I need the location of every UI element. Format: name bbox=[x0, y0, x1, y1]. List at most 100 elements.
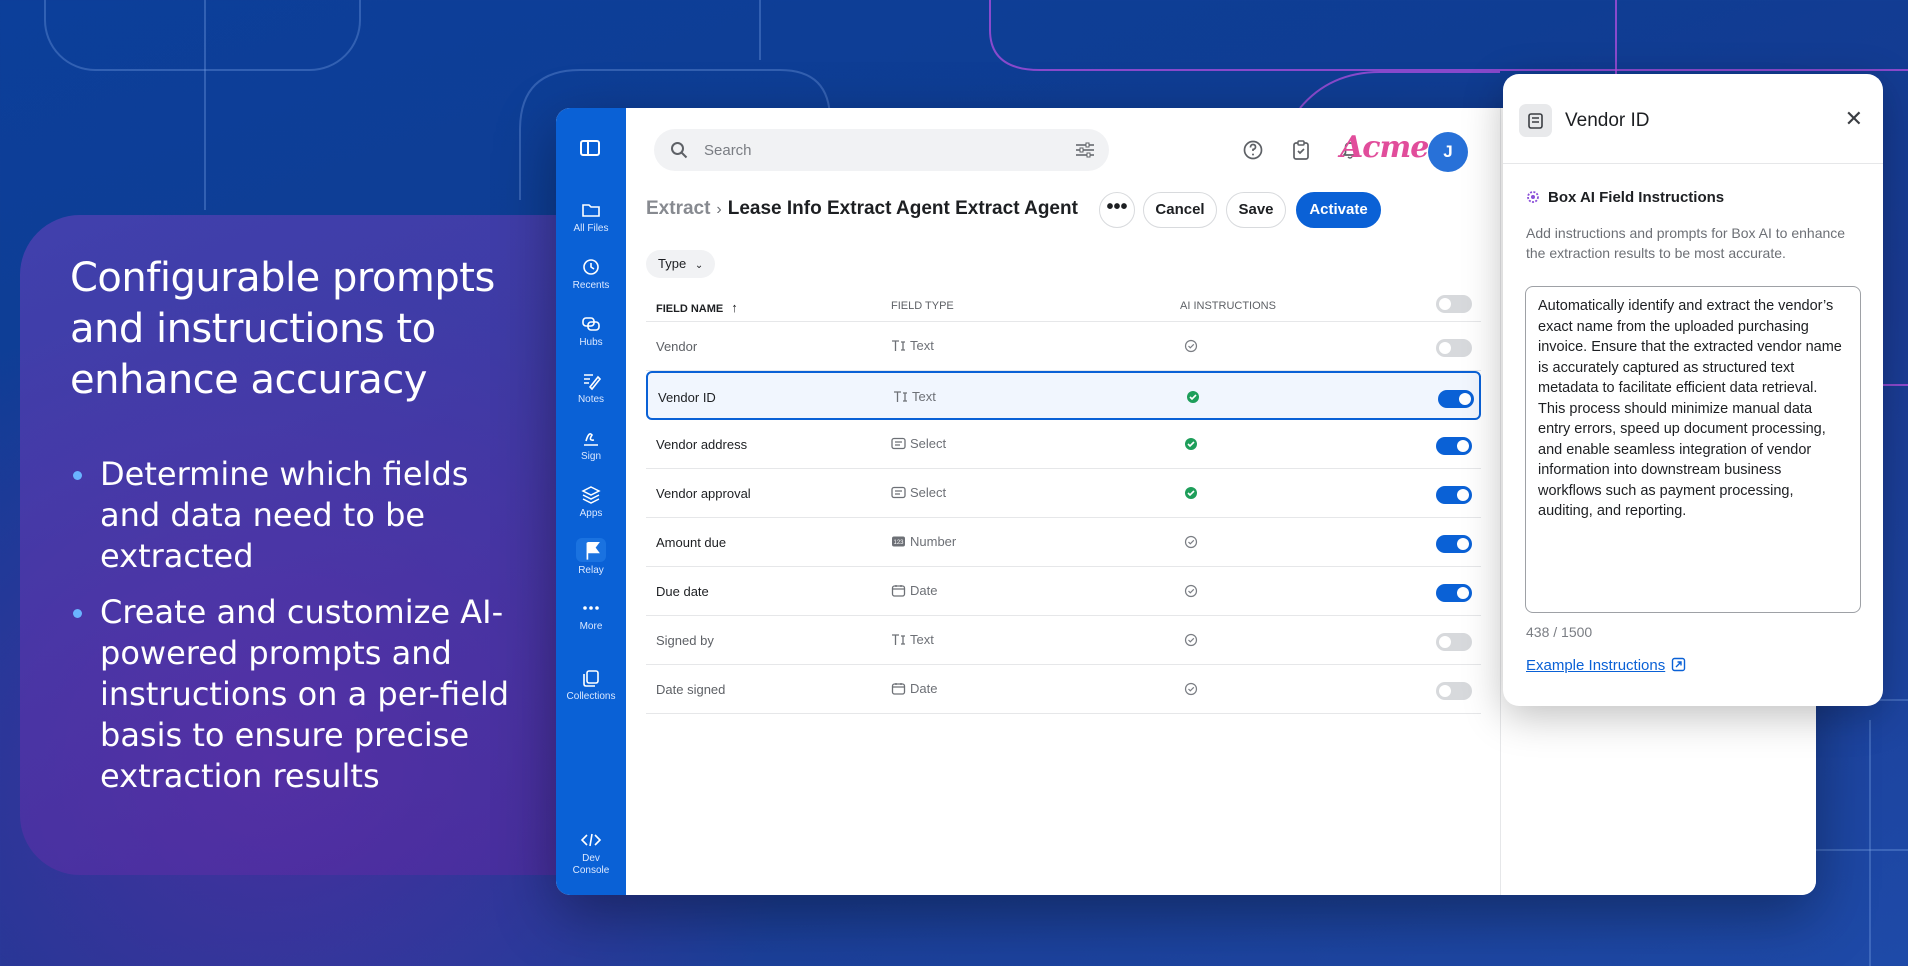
table-row[interactable]: Vendor address Select bbox=[646, 420, 1481, 469]
search-icon bbox=[671, 142, 688, 159]
field-name: Amount due bbox=[656, 535, 727, 550]
check-outline-icon bbox=[1184, 633, 1198, 647]
nav-item-hubs[interactable]: Hubs bbox=[556, 314, 626, 349]
nav-item-recents[interactable]: Recents bbox=[556, 257, 626, 292]
panel-title: Vendor ID bbox=[1565, 110, 1650, 131]
ai-instructions-status[interactable] bbox=[1184, 535, 1198, 552]
help-icon[interactable] bbox=[1242, 139, 1264, 166]
clock-icon bbox=[583, 259, 599, 275]
sign-icon bbox=[584, 433, 598, 446]
sidebar-toggle-icon[interactable] bbox=[580, 140, 600, 156]
cancel-button[interactable]: Cancel bbox=[1143, 192, 1217, 228]
example-instructions-label: Example Instructions bbox=[1526, 657, 1666, 674]
field-enable-toggle[interactable] bbox=[1436, 682, 1472, 700]
nav-label: Hubs bbox=[579, 337, 603, 348]
field-type-label: Date bbox=[910, 583, 938, 598]
avatar[interactable]: J bbox=[1428, 132, 1468, 172]
field-type: Text bbox=[891, 632, 934, 647]
field-enable-toggle[interactable] bbox=[1436, 437, 1472, 455]
promo-card: Configurable prompts and instructions to… bbox=[20, 215, 640, 875]
check-outline-icon bbox=[1184, 584, 1198, 598]
table-row[interactable]: Vendor approval Select bbox=[646, 469, 1481, 518]
more-options-button[interactable]: ••• bbox=[1099, 192, 1135, 228]
folder-icon bbox=[582, 204, 600, 217]
field-enable-toggle[interactable] bbox=[1436, 486, 1472, 504]
activate-button[interactable]: Activate bbox=[1296, 192, 1381, 228]
nav-item-relay[interactable]: Relay bbox=[556, 538, 626, 577]
table-row[interactable]: Signed by Text bbox=[646, 616, 1481, 665]
field-type-label: Number bbox=[910, 534, 957, 549]
ai-instructions-status[interactable] bbox=[1184, 486, 1198, 503]
table-row[interactable]: Vendor ID Text bbox=[646, 371, 1481, 420]
ai-instructions-status[interactable] bbox=[1184, 437, 1198, 454]
ai-instructions-status[interactable] bbox=[1184, 633, 1198, 650]
hubs-icon bbox=[582, 317, 600, 331]
nav-item-more[interactable]: More bbox=[556, 598, 626, 633]
nav-item-apps[interactable]: Apps bbox=[556, 485, 626, 520]
col-ai-instructions: AI INSTRUCTIONS bbox=[1180, 300, 1276, 312]
left-nav: All Files Recents Hubs Notes Sign Apps R… bbox=[556, 108, 626, 895]
table-header: FIELD NAME ↑ FIELD TYPE AI INSTRUCTIONS bbox=[646, 290, 1481, 322]
breadcrumb-parent[interactable]: Extract bbox=[646, 198, 710, 219]
close-icon[interactable]: ✕ bbox=[1845, 108, 1863, 130]
type-filter-dropdown[interactable]: Type ⌄ bbox=[646, 250, 716, 278]
table-row[interactable]: Vendor Text bbox=[646, 322, 1481, 371]
table-row[interactable]: Date signed Date bbox=[646, 665, 1481, 714]
field-type-badge-icon bbox=[1519, 104, 1552, 137]
nav-item-all-files[interactable]: All Files bbox=[556, 200, 626, 235]
search-bar[interactable]: Search bbox=[654, 129, 1109, 171]
nav-item-sign[interactable]: Sign bbox=[556, 428, 626, 463]
ai-instructions-status[interactable] bbox=[1186, 390, 1200, 407]
nav-label: All Files bbox=[573, 223, 609, 234]
page-title: Lease Info Extract Agent Extract Agent bbox=[727, 198, 1078, 219]
chevron-right-icon: › bbox=[716, 201, 722, 218]
field-name: Vendor bbox=[656, 339, 698, 354]
code-icon bbox=[580, 833, 602, 847]
select-icon bbox=[891, 485, 910, 500]
field-detail-panel: Vendor ID ✕ Box AI Field Instructions Ad… bbox=[1503, 74, 1883, 706]
nav-item-notes[interactable]: Notes bbox=[556, 371, 626, 406]
fields-table: FIELD NAME ↑ FIELD TYPE AI INSTRUCTIONS … bbox=[646, 290, 1481, 714]
example-instructions-link[interactable]: Example Instructions bbox=[1526, 657, 1686, 674]
box-ai-sparkle-icon bbox=[1527, 191, 1539, 203]
col-field-name-label: FIELD NAME bbox=[656, 303, 724, 315]
calendar-icon bbox=[891, 583, 910, 598]
col-field-name[interactable]: FIELD NAME ↑ bbox=[656, 300, 738, 315]
breadcrumb: Extract › Lease Info Extract Agent Extract… bbox=[646, 198, 1078, 220]
promo-heading: Configurable prompts and instructions to… bbox=[70, 255, 495, 403]
field-enable-toggle[interactable] bbox=[1436, 633, 1472, 651]
type-filter-label: Type bbox=[658, 256, 687, 271]
field-type: Text bbox=[893, 389, 936, 404]
field-name: Due date bbox=[656, 584, 709, 599]
more-dots-icon bbox=[583, 606, 599, 610]
field-enable-toggle[interactable] bbox=[1438, 390, 1474, 408]
text-icon bbox=[893, 389, 912, 404]
brand-logo: Acme bbox=[1340, 130, 1429, 165]
filter-sliders-icon[interactable] bbox=[1075, 142, 1095, 158]
save-button[interactable]: Save bbox=[1226, 192, 1286, 228]
nav-item-dev-console[interactable]: Dev Console bbox=[556, 830, 626, 877]
field-enable-toggle[interactable] bbox=[1436, 584, 1472, 602]
search-input[interactable]: Search bbox=[704, 142, 752, 159]
ai-instructions-status[interactable] bbox=[1184, 339, 1198, 356]
check-outline-icon bbox=[1184, 339, 1198, 353]
nav-item-collections[interactable]: Collections bbox=[556, 668, 626, 703]
toggle-all-switch[interactable] bbox=[1436, 295, 1472, 313]
table-row[interactable]: Due date Date bbox=[646, 567, 1481, 616]
check-outline-icon bbox=[1184, 535, 1198, 549]
section-title: Box AI Field Instructions bbox=[1526, 189, 1724, 206]
svg-text:123: 123 bbox=[893, 540, 904, 546]
field-type: 123 Number bbox=[891, 534, 956, 549]
ai-instructions-status[interactable] bbox=[1184, 584, 1198, 601]
ai-instructions-status[interactable] bbox=[1184, 682, 1198, 699]
select-icon bbox=[891, 436, 910, 451]
table-row[interactable]: Amount due 123 Number bbox=[646, 518, 1481, 567]
instructions-textarea[interactable]: Automatically identify and extract the v… bbox=[1525, 286, 1861, 613]
col-field-type: FIELD TYPE bbox=[891, 300, 954, 312]
text-icon bbox=[891, 632, 910, 647]
tasks-clipboard-icon[interactable] bbox=[1290, 139, 1312, 166]
field-enable-toggle[interactable] bbox=[1436, 339, 1472, 357]
collections-icon bbox=[583, 670, 599, 687]
section-description: Add instructions and prompts for Box AI … bbox=[1526, 225, 1846, 261]
field-enable-toggle[interactable] bbox=[1436, 535, 1472, 553]
